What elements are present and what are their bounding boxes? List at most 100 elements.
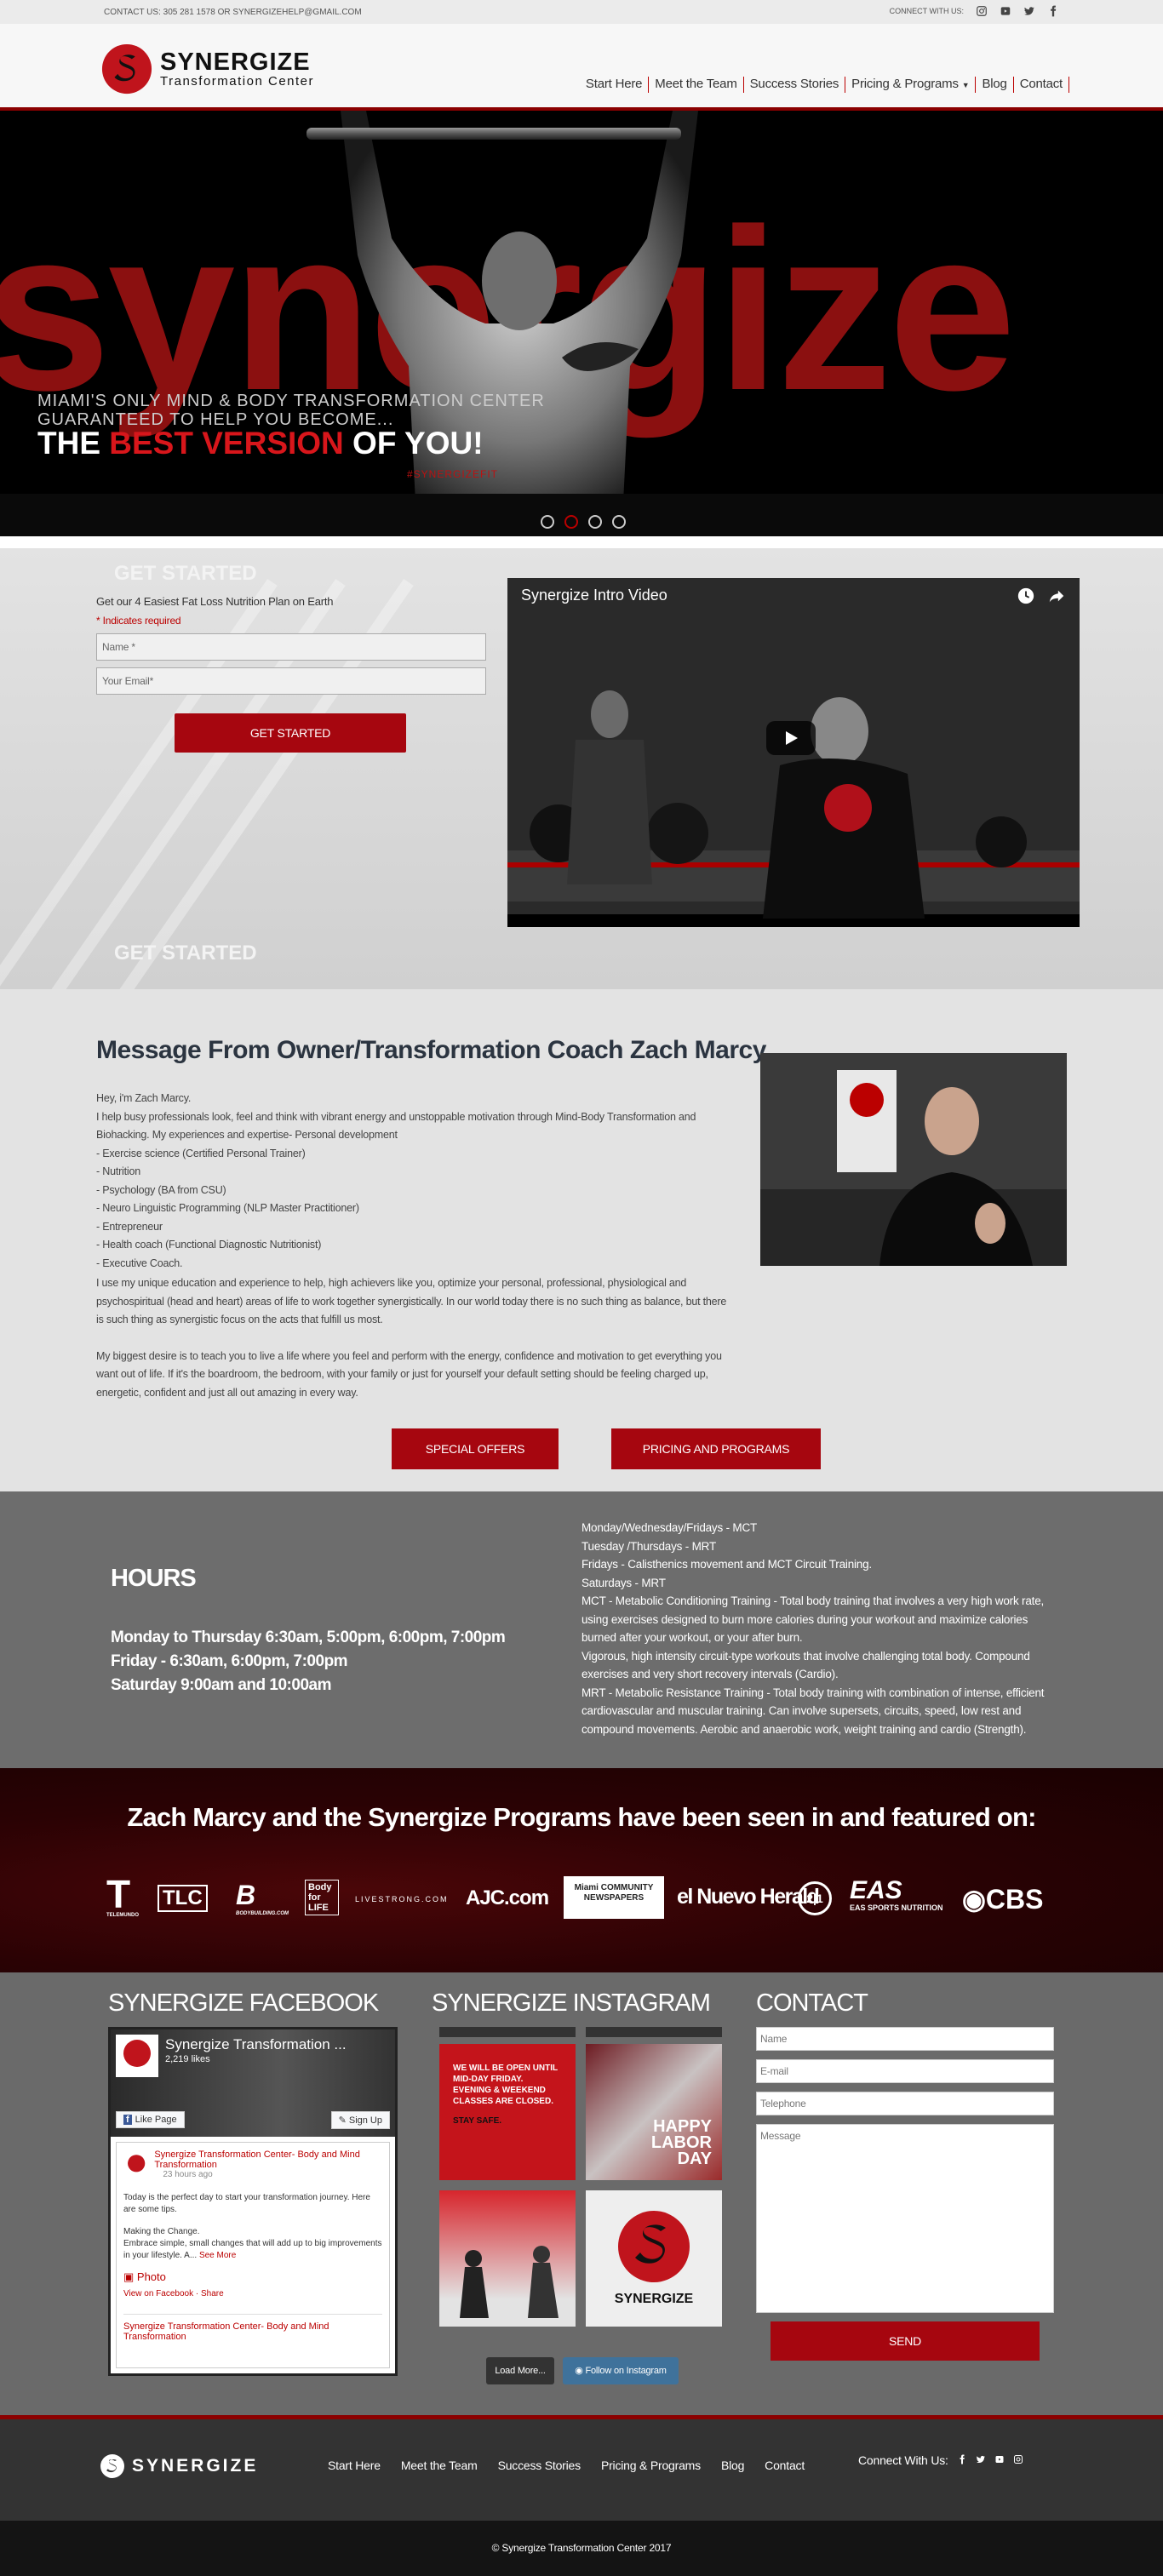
livestrong-logo: LIVESTRONG.COM: [355, 1895, 449, 1903]
video-play-button[interactable]: [766, 721, 816, 755]
instagram-tile-partial[interactable]: [586, 2027, 722, 2037]
schedule-line: Saturdays - MRT: [582, 1576, 666, 1589]
view-on-facebook-link[interactable]: View on Facebook: [123, 2289, 193, 2298]
post-header: Synergize Transformation Center- Body an…: [123, 2150, 382, 2180]
nav-success-stories[interactable]: Success Stories: [744, 77, 846, 93]
facebook-heading: SYNERGIZE FACEBOOK: [108, 1989, 379, 2017]
share-icon[interactable]: [1047, 587, 1066, 610]
contact-message-textarea[interactable]: Message: [756, 2124, 1054, 2313]
schedule-line: MCT - Metabolic Conditioning Training - …: [582, 1594, 1045, 1644]
instagram-tile[interactable]: WE WILL BE OPEN UNTIL MID-DAY FRIDAY. EV…: [439, 2044, 576, 2180]
logo-subtitle: Transformation Center: [160, 74, 315, 89]
facebook-page-name[interactable]: Synergize Transformation ...: [165, 2036, 347, 2053]
name-input[interactable]: Name *: [96, 633, 486, 661]
clock-icon[interactable]: [1017, 587, 1035, 610]
contact-phone-input[interactable]: Telephone: [756, 2092, 1054, 2115]
footer-nav-success-stories[interactable]: Success Stories: [498, 2459, 582, 2472]
post-text-body: Embrace simple, small changes that will …: [123, 2239, 382, 2260]
schedule-line: Monday/Wednesday/Fridays - MCT: [582, 1521, 758, 1534]
hours-times: Monday to Thursday 6:30am, 5:00pm, 6:00p…: [111, 1626, 506, 1697]
photo-icon: ▣: [123, 2270, 137, 2283]
facebook-cover: Synergize Transformation ... 2,219 likes…: [111, 2029, 395, 2137]
nav-blog[interactable]: Blog: [976, 77, 1014, 93]
hours-line: Monday to Thursday 6:30am, 5:00pm, 6:00p…: [111, 1629, 506, 1646]
post-author[interactable]: Synergize Transformation Center- Body an…: [154, 2150, 382, 2170]
follow-instagram-button[interactable]: ◉ Follow on Instagram: [563, 2357, 679, 2384]
hero-headline-highlight: BEST VERSION: [109, 426, 344, 461]
telemundo-label: TELEMUNDO: [106, 1913, 139, 1918]
footer-nav: Start Here Meet the Team Success Stories…: [328, 2459, 805, 2472]
contact-form: Name E-mail Telephone Message SEND: [756, 2027, 1054, 2361]
load-more-button[interactable]: Load More...: [486, 2357, 554, 2384]
ghost-heading-top: GET STARTED: [114, 562, 257, 585]
sign-up-button[interactable]: ✎ Sign Up: [330, 2111, 390, 2129]
nav-pricing-programs[interactable]: Pricing & Programs ▼: [845, 77, 977, 93]
hero-slider[interactable]: synergize MIAMI'S ONLY MIND & BODY TRANS…: [0, 111, 1163, 536]
pricing-programs-button[interactable]: PRICING AND PROGRAMS: [611, 1428, 821, 1469]
slider-dot[interactable]: [541, 515, 554, 529]
message-line: I help busy professionals look, feel and…: [96, 1110, 696, 1142]
video-title: Synergize Intro Video: [521, 587, 667, 604]
instagram-tile-partial[interactable]: [439, 2027, 576, 2037]
featured-on-section: Zach Marcy and the Synergize Programs ha…: [0, 1768, 1163, 1972]
owner-message-body: Hey, i'm Zach Marcy. I help busy profess…: [96, 1090, 735, 1402]
nav-start-here[interactable]: Start Here: [580, 77, 650, 93]
footer-nav-contact[interactable]: Contact: [765, 2459, 805, 2472]
twitter-icon[interactable]: [976, 2453, 986, 2467]
youtube-icon[interactable]: [1000, 5, 1011, 17]
youtube-icon[interactable]: [994, 2453, 1005, 2467]
hours-heading: HOURS: [111, 1565, 197, 1592]
schedule-line: MRT - Metabolic Resistance Training - To…: [582, 1686, 1045, 1736]
special-offers-button[interactable]: SPECIAL OFFERS: [392, 1428, 559, 1469]
play-icon: [786, 731, 798, 745]
telemundo-logo: T TELEMUNDO: [106, 1872, 139, 1918]
instagram-tile-text: STAY SAFE.: [453, 2116, 502, 2126]
like-page-button[interactable]: f Like Page: [116, 2111, 185, 2128]
synergize-logo-icon: [100, 2454, 124, 2478]
bodybuilding-logo: B BODYBUILDING.COM: [236, 1880, 289, 1916]
instagram-icon[interactable]: [976, 5, 988, 17]
slider-dot[interactable]: [588, 515, 602, 529]
email-input[interactable]: Your Email*: [96, 667, 486, 695]
see-more-link[interactable]: See More: [199, 2251, 236, 2260]
footer-nav-meet-the-team[interactable]: Meet the Team: [401, 2459, 478, 2472]
footer-nav-pricing-programs[interactable]: Pricing & Programs: [601, 2459, 701, 2472]
share-link[interactable]: Share: [201, 2289, 224, 2298]
post-photo-link[interactable]: ▣ Photo: [123, 2270, 382, 2284]
facebook-icon[interactable]: [957, 2453, 967, 2467]
hero-headline: THE BEST VERSION OF YOU!: [37, 426, 484, 461]
synergize-logo-icon: [101, 43, 152, 94]
twitter-icon[interactable]: [1023, 5, 1035, 17]
footer-nav-blog[interactable]: Blog: [721, 2459, 744, 2472]
instagram-tile[interactable]: SYNERGIZE: [586, 2190, 722, 2327]
post2-author[interactable]: Synergize Transformation Center- Body an…: [123, 2314, 382, 2342]
footer-logo-text: SYNERGIZE: [132, 2456, 259, 2476]
nav-meet-the-team[interactable]: Meet the Team: [649, 77, 744, 93]
footer-connect-label: Connect With Us:: [858, 2453, 948, 2467]
instagram-icon[interactable]: [1013, 2453, 1023, 2467]
footer-logo[interactable]: SYNERGIZE: [100, 2453, 258, 2479]
instagram-tile[interactable]: [439, 2190, 576, 2327]
hero-hashtag: #SYNERGIZEFIT: [407, 468, 499, 480]
intro-video[interactable]: Synergize Intro Video: [507, 578, 1080, 927]
site-logo[interactable]: SYNERGIZE Transformation Center: [100, 43, 314, 95]
message-paragraph: I use my unique education and experience…: [96, 1277, 727, 1325]
get-started-button[interactable]: GET STARTED: [175, 713, 406, 753]
instagram-widget: WE WILL BE OPEN UNTIL MID-DAY FRIDAY. EV…: [439, 2027, 722, 2384]
post-text-line: Making the Change.: [123, 2227, 200, 2236]
instagram-icon: ◉: [575, 2366, 586, 2376]
facebook-page-avatar: [116, 2035, 158, 2077]
slider-dot[interactable]: [612, 515, 626, 529]
copyright-bar: © Synergize Transformation Center 2017: [0, 2521, 1163, 2576]
contact-email-input[interactable]: E-mail: [756, 2059, 1054, 2083]
nav-contact[interactable]: Contact: [1014, 77, 1069, 93]
contact-name-input[interactable]: Name: [756, 2027, 1054, 2051]
send-button[interactable]: SEND: [771, 2321, 1040, 2361]
facebook-icon[interactable]: [1047, 5, 1059, 17]
footer-nav-start-here[interactable]: Start Here: [328, 2459, 381, 2472]
contact-heading: CONTACT: [756, 1989, 868, 2017]
ajc-logo: AJC.com: [466, 1886, 549, 1909]
instagram-tile[interactable]: HAPPY LABOR DAY: [586, 2044, 722, 2180]
chevron-down-icon: ▼: [961, 81, 970, 89]
slider-dot-active[interactable]: [564, 515, 578, 529]
